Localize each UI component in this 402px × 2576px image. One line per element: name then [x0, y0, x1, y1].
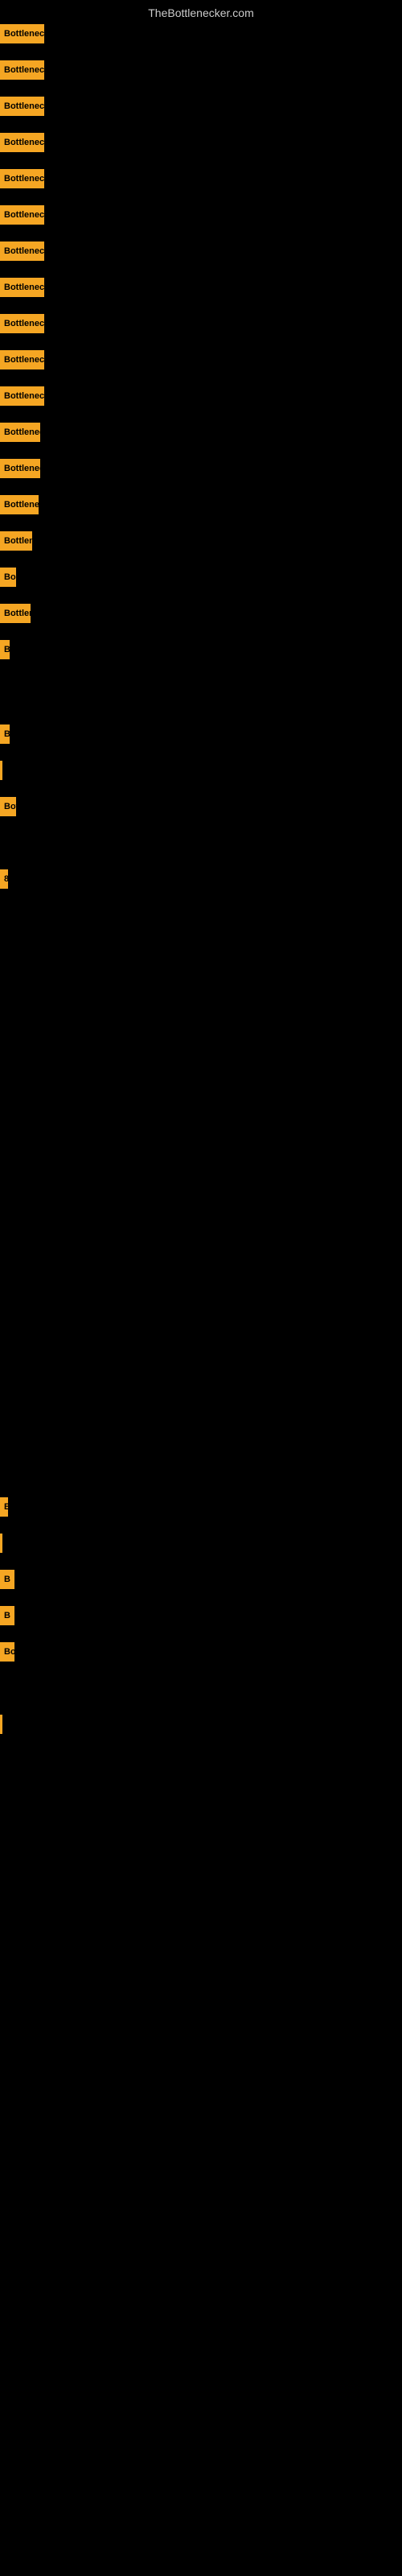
bottleneck-bar-14: Bottlene [0, 531, 32, 551]
bottleneck-bar-25: B [0, 1606, 14, 1625]
bottleneck-line-23 [0, 1534, 2, 1553]
bottleneck-bar-18: B [0, 724, 10, 744]
bottleneck-bar-21: 8 [0, 869, 8, 889]
bottleneck-bar-22: E [0, 1497, 8, 1517]
bottleneck-bar-17: B [0, 640, 10, 659]
bottleneck-bar-9: Bottleneck resu [0, 350, 44, 369]
site-title: TheBottlenecker.com [0, 6, 402, 19]
bottleneck-line-19 [0, 761, 2, 780]
bottleneck-bar-26: Bo [0, 1642, 14, 1662]
bottleneck-bar-24: B [0, 1570, 14, 1589]
bottleneck-bar-12: Bottleneck re [0, 459, 40, 478]
bottleneck-bar-10: Bottleneck rest [0, 386, 44, 406]
bottleneck-bar-13: Bottleneck re [0, 495, 39, 514]
bottleneck-bar-15: Bo [0, 568, 16, 587]
bottleneck-bar-3: Bottleneck resu [0, 133, 44, 152]
bottleneck-bar-11: Bottleneck re [0, 423, 40, 442]
bottleneck-bar-4: Bottleneck resu [0, 169, 44, 188]
bottleneck-bar-0: Bottleneck resu [0, 24, 44, 43]
bottleneck-bar-7: Bottleneck resu [0, 278, 44, 297]
bottleneck-bar-6: Bottleneck resu [0, 242, 44, 261]
bottleneck-line-27 [0, 1715, 2, 1734]
bottleneck-bar-5: Bottleneck resu [0, 205, 44, 225]
bottleneck-bar-8: Bottleneck resu [0, 314, 44, 333]
bottleneck-bar-2: Bottleneck resu [0, 97, 44, 116]
bottleneck-bar-20: Bott [0, 797, 16, 816]
bottleneck-bar-1: Bottleneck resu [0, 60, 44, 80]
bottleneck-bar-16: Bottlen [0, 604, 31, 623]
